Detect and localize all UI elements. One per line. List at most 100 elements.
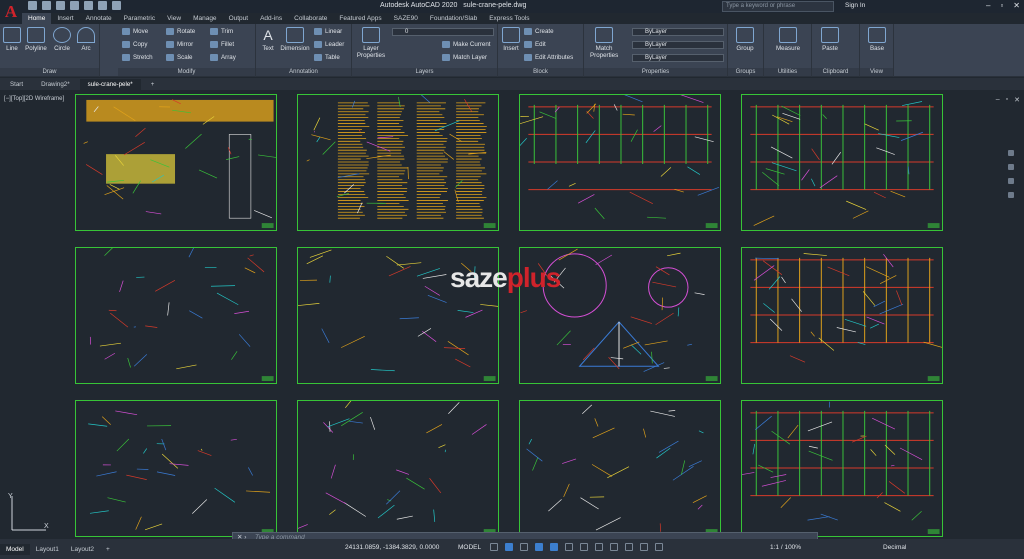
arc-button[interactable]: Arc: [76, 27, 96, 52]
pan-icon[interactable]: [1008, 150, 1014, 156]
ortho-icon[interactable]: [520, 543, 528, 551]
model-space-toggle[interactable]: MODEL: [458, 544, 481, 551]
stretch-button[interactable]: Stretch: [122, 54, 153, 61]
new-tab-button[interactable]: +: [143, 79, 163, 90]
trim-button[interactable]: Trim: [210, 28, 233, 35]
drawing-sheet-4[interactable]: [741, 94, 943, 231]
table-button[interactable]: Table: [314, 54, 340, 61]
tab-collaborate[interactable]: Collaborate: [288, 13, 333, 24]
utilities-panel-label[interactable]: Utilities: [764, 68, 811, 76]
block-panel-label[interactable]: Block: [498, 68, 583, 76]
drawing-sheet-11[interactable]: [519, 400, 721, 537]
copy-button[interactable]: Copy: [122, 41, 147, 48]
tab-featured-apps[interactable]: Featured Apps: [333, 13, 387, 24]
otrack-icon[interactable]: [565, 543, 573, 551]
drawing-sheet-10[interactable]: [297, 400, 499, 537]
drawing-sheet-2[interactable]: [297, 94, 499, 231]
dimension-button[interactable]: Dimension: [278, 27, 312, 52]
linear-button[interactable]: Linear: [314, 28, 342, 35]
tab-home[interactable]: Home: [22, 13, 52, 24]
drawing-sheet-3[interactable]: [519, 94, 721, 231]
plot-icon[interactable]: [84, 1, 93, 10]
drawing-sheet-12[interactable]: [741, 400, 943, 537]
zoom-icon[interactable]: [1008, 164, 1014, 170]
layout-tab-model[interactable]: Model: [0, 543, 30, 555]
close-icon[interactable]: ✕: [1013, 1, 1020, 10]
match-layer-button[interactable]: Match Layer: [442, 54, 487, 61]
tab-parametric[interactable]: Parametric: [118, 13, 161, 24]
orbit-icon[interactable]: [1008, 178, 1014, 184]
autocad-app-button[interactable]: A: [0, 0, 22, 24]
line-button[interactable]: Line: [2, 27, 22, 52]
sign-in-button[interactable]: Sign In: [845, 2, 865, 9]
modify-panel-label[interactable]: Modify: [118, 68, 255, 76]
osnap-icon[interactable]: [550, 543, 558, 551]
layout-tab-layout2[interactable]: Layout2: [65, 544, 100, 555]
showmotion-icon[interactable]: [1008, 192, 1014, 198]
edit-block-button[interactable]: Edit: [524, 41, 546, 48]
restore-viewport-icon[interactable]: ▫: [1006, 96, 1008, 104]
scale-button[interactable]: Scale: [166, 54, 192, 61]
undo-icon[interactable]: [98, 1, 107, 10]
minimize-icon[interactable]: –: [986, 1, 990, 10]
drawing-sheet-9[interactable]: [75, 400, 277, 537]
leader-button[interactable]: Leader: [314, 41, 344, 48]
tab-insert[interactable]: Insert: [51, 13, 79, 24]
measure-button[interactable]: Measure: [768, 27, 808, 52]
maximize-icon[interactable]: ▫: [1000, 1, 1003, 10]
3d-osnap-icon[interactable]: [625, 543, 633, 551]
lineweight-dropdown[interactable]: ByLayer: [632, 54, 724, 62]
selection-cycling-icon[interactable]: [610, 543, 618, 551]
polar-icon[interactable]: [535, 543, 543, 551]
view-panel-label[interactable]: View: [860, 68, 893, 76]
color-dropdown[interactable]: ByLayer: [632, 28, 724, 36]
move-button[interactable]: Move: [122, 28, 148, 35]
drawing-sheet-8[interactable]: [741, 247, 943, 384]
fillet-button[interactable]: Fillet: [210, 41, 234, 48]
linetype-dropdown[interactable]: ByLayer: [632, 41, 724, 49]
make-current-button[interactable]: Make Current: [442, 41, 490, 48]
dynamic-ucs-icon[interactable]: [640, 543, 648, 551]
paste-button[interactable]: Paste: [816, 27, 844, 52]
transparency-icon[interactable]: [595, 543, 603, 551]
saveas-icon[interactable]: [70, 1, 79, 10]
tab-output[interactable]: Output: [223, 13, 255, 24]
layer-dropdown[interactable]: 0: [392, 28, 494, 36]
layer-properties-button[interactable]: Layer Properties: [354, 27, 388, 59]
annotation-scale[interactable]: 1:1 / 100%: [770, 544, 801, 551]
minimize-viewport-icon[interactable]: –: [996, 96, 1000, 104]
new-icon[interactable]: [28, 1, 37, 10]
properties-panel-label[interactable]: Properties: [584, 68, 727, 76]
groups-panel-label[interactable]: Groups: [728, 68, 763, 76]
tab-view[interactable]: View: [161, 13, 187, 24]
units-selector[interactable]: Decimal: [883, 544, 906, 551]
base-button[interactable]: Base: [864, 27, 890, 52]
lineweight-icon[interactable]: [580, 543, 588, 551]
group-button[interactable]: Group: [730, 27, 760, 52]
rotate-button[interactable]: Rotate: [166, 28, 195, 35]
layout-tab-layout1[interactable]: Layout1: [30, 544, 65, 555]
polyline-button[interactable]: Polyline: [24, 27, 48, 52]
tab-addins[interactable]: Add-ins: [254, 13, 288, 24]
tab-annotate[interactable]: Annotate: [80, 13, 118, 24]
drawing-sheet-1[interactable]: [75, 94, 277, 231]
drawing-sheet-5[interactable]: [75, 247, 277, 384]
insert-button[interactable]: Insert: [500, 27, 522, 52]
open-icon[interactable]: [42, 1, 51, 10]
save-icon[interactable]: [56, 1, 65, 10]
tab-foundation-slab[interactable]: Foundation/Slab: [424, 13, 483, 24]
edit-attributes-button[interactable]: Edit Attributes: [524, 54, 573, 61]
match-properties-button[interactable]: Match Properties: [590, 27, 618, 59]
array-button[interactable]: Array: [210, 54, 236, 61]
close-viewport-icon[interactable]: ✕: [1014, 96, 1020, 104]
annotation-visibility-icon[interactable]: [655, 543, 663, 551]
add-layout-button[interactable]: +: [100, 544, 116, 555]
tab-express-tools[interactable]: Express Tools: [483, 13, 535, 24]
tab-manage[interactable]: Manage: [187, 13, 223, 24]
drawing-canvas[interactable]: [0, 90, 1024, 539]
create-block-button[interactable]: Create: [524, 28, 554, 35]
layers-panel-label[interactable]: Layers: [352, 68, 497, 76]
search-input[interactable]: Type a keyword or phrase: [722, 1, 834, 12]
doc-tab-start[interactable]: Start: [2, 79, 31, 90]
text-button[interactable]: A Text: [258, 27, 278, 52]
